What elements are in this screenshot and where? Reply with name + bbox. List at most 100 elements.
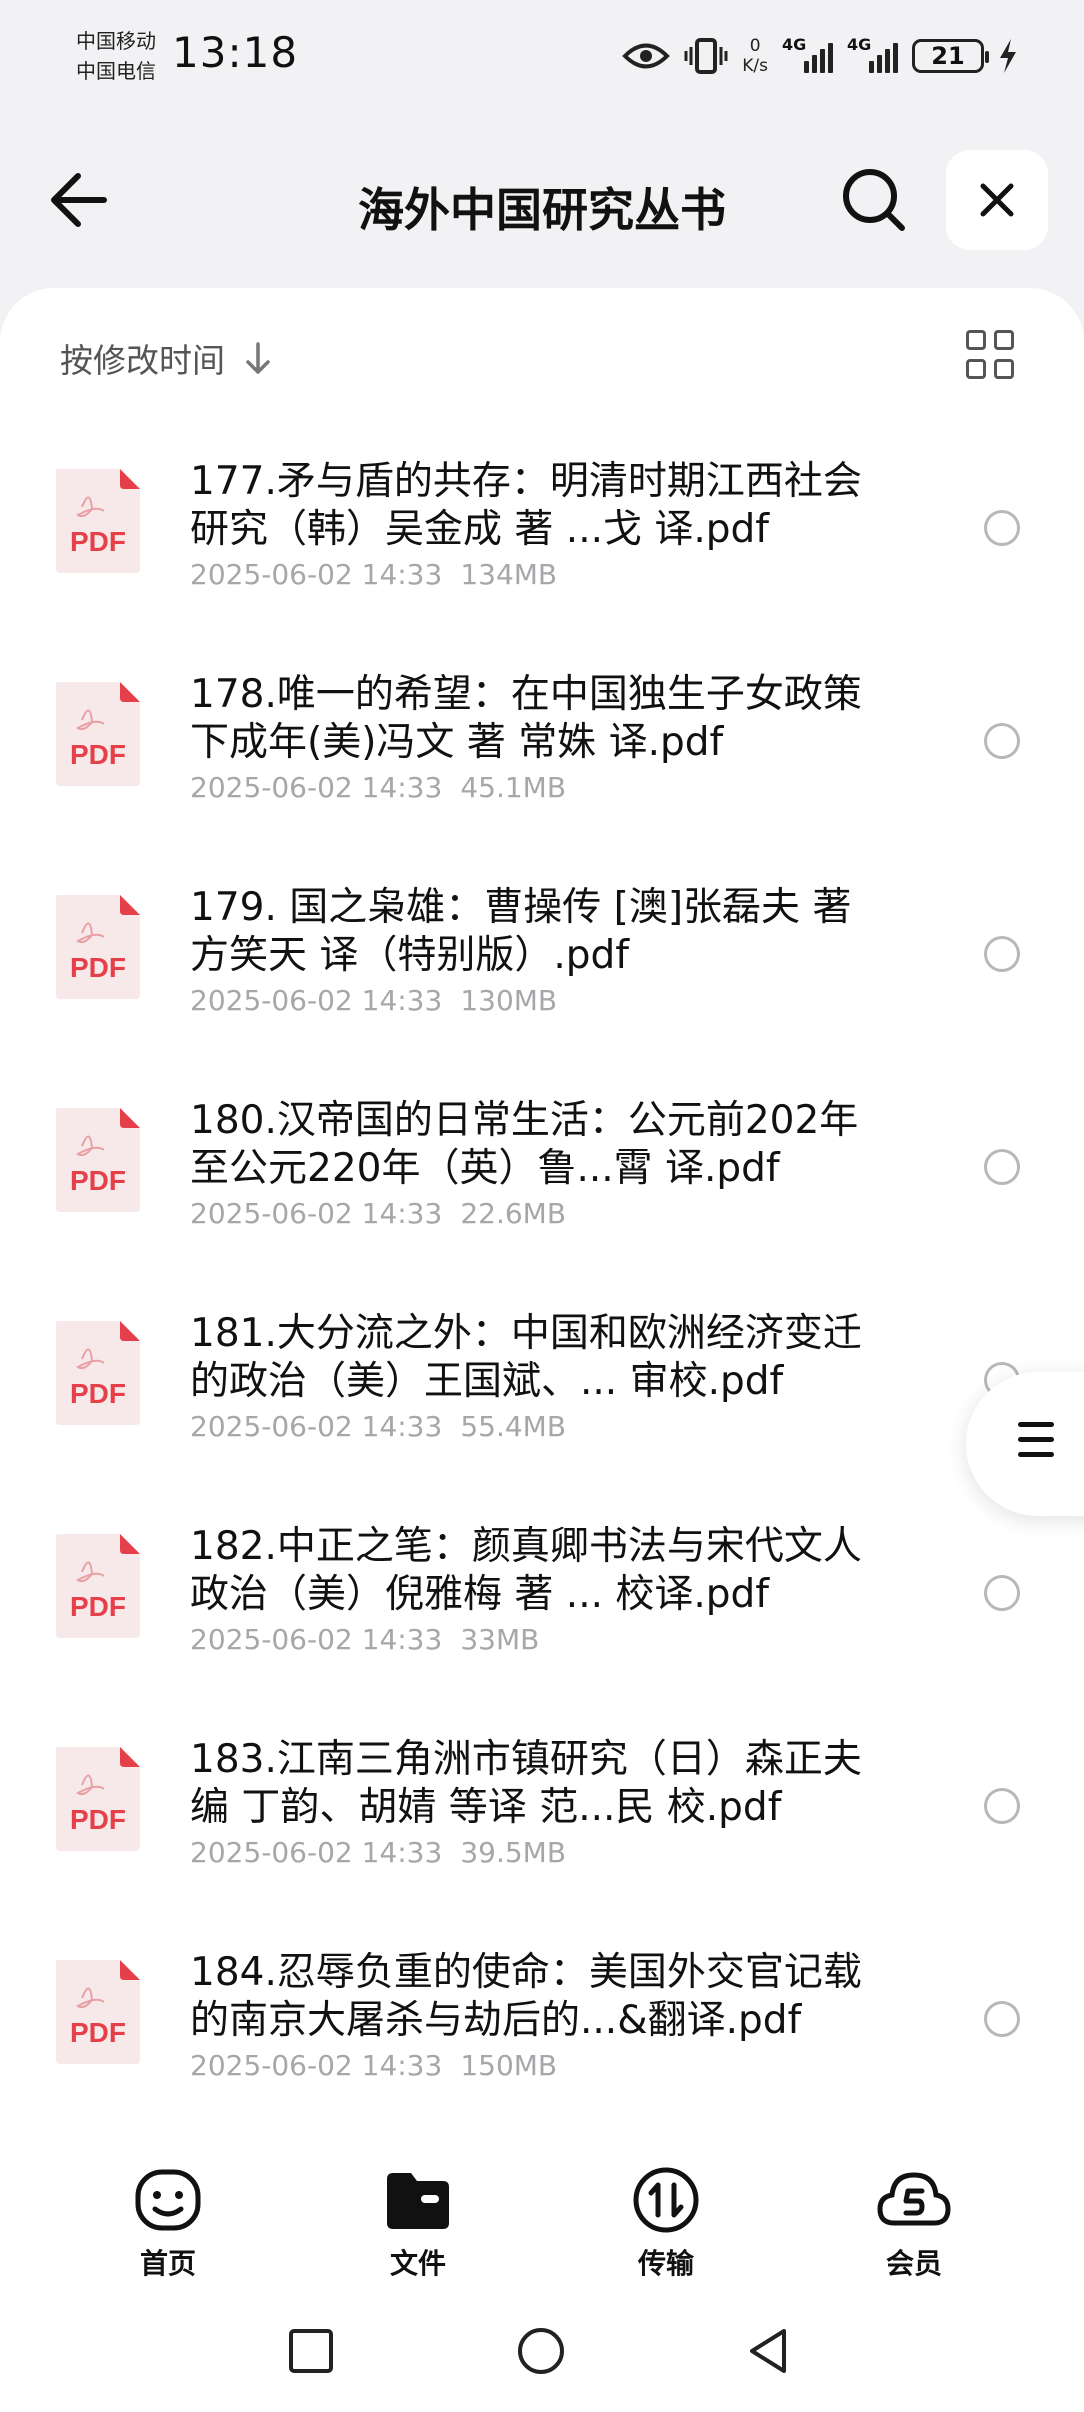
file-meta: 2025-06-02 14:33 130MB [190, 984, 575, 1017]
pdf-badge-text: PDF [70, 1378, 126, 1409]
pdf-file-icon: PDF [56, 1108, 140, 1212]
file-name: 181.大分流之外：中国和欧洲经济变迁的政治（美）王国斌、... 审校.pdf [190, 1311, 862, 1404]
screen: 中国移动 中国电信 13:18 0 K/s 4G 4G 21 海外中国研究丛书 … [0, 0, 1084, 2412]
file-row[interactable]: PDF 179. 国之枭雄：曹操传 [澳]张磊夫 著 方笑天 译（特别版）.pdf… [0, 846, 1084, 1059]
net-speed-value: 0 [749, 36, 761, 56]
signal-icon-1: 4G [782, 35, 833, 73]
file-list: PDF 177.矛与盾的共存：明清时期江西社会研究（韩）吴金成 著 ...戈 译.… [0, 420, 1084, 2124]
cloud-member-icon [877, 2172, 951, 2226]
pdf-badge-text: PDF [70, 1591, 126, 1622]
grid-cell-icon [994, 330, 1014, 350]
nav-member[interactable]: 会员 [854, 2162, 974, 2282]
file-row[interactable]: PDF 181.大分流之外：中国和欧洲经济变迁的政治（美）王国斌、... 审校.p… [0, 1272, 1084, 1485]
file-size: 33MB [460, 1623, 540, 1656]
file-size: 22.6MB [460, 1197, 567, 1230]
carrier-2: 中国电信 [76, 59, 156, 83]
file-row[interactable]: PDF 180.汉帝国的日常生活：公元前202年至公元220年（英）鲁...霄 译… [0, 1059, 1084, 1272]
charging-icon [1000, 39, 1016, 73]
file-name: 180.汉帝国的日常生活：公元前202年至公元220年（英）鲁...霄 译.pd… [190, 1098, 859, 1191]
file-meta: 2025-06-02 14:33 150MB [190, 2049, 575, 2082]
select-radio[interactable] [984, 1149, 1020, 1185]
pdf-file-icon: PDF [56, 469, 140, 573]
file-meta: 2025-06-02 14:33 55.4MB [190, 1410, 584, 1443]
file-row[interactable]: PDF 183.江南三角洲市镇研究（日）森正夫 编 丁韵、胡婧 等译 范...民 … [0, 1698, 1084, 1911]
nav-transfer-label: 传输 [637, 2247, 694, 2280]
close-button[interactable] [946, 150, 1048, 250]
grid-cell-icon [994, 359, 1014, 379]
file-size: 130MB [460, 984, 558, 1017]
file-name: 182.中正之笔：颜真卿书法与宋代文人政治（美）倪雅梅 著 ... 校译.pdf [190, 1524, 862, 1617]
bottom-nav: 首页 文件 传输 会员 [0, 2128, 1084, 2288]
sort-label: 按修改时间 [60, 341, 225, 380]
file-date: 2025-06-02 14:33 [190, 984, 443, 1017]
file-name: 177.矛与盾的共存：明清时期江西社会研究（韩）吴金成 著 ...戈 译.pdf [190, 459, 862, 552]
signal-label-2: 4G [847, 35, 872, 54]
file-name: 183.江南三角洲市镇研究（日）森正夫 编 丁韵、胡婧 等译 范...民 校.p… [190, 1737, 862, 1830]
file-meta: 2025-06-02 14:33 22.6MB [190, 1197, 584, 1230]
file-date: 2025-06-02 14:33 [190, 2049, 443, 2082]
select-radio[interactable] [984, 1788, 1020, 1824]
status-bar: 中国移动 中国电信 13:18 0 K/s 4G 4G 21 [0, 0, 1084, 110]
page-title: 海外中国研究丛书 [358, 183, 726, 237]
status-time: 13:18 [172, 28, 299, 77]
arrow-down-icon [246, 342, 270, 374]
header: 海外中国研究丛书 [0, 140, 1084, 260]
select-radio[interactable] [984, 936, 1020, 972]
search-button[interactable] [838, 164, 910, 236]
back-triangle-icon[interactable] [744, 2326, 794, 2376]
select-radio[interactable] [984, 723, 1020, 759]
file-row[interactable]: PDF 178.唯一的希望：在中国独生子女政策下成年(美)冯文 著 常姝 译.pd… [0, 633, 1084, 846]
nav-transfer[interactable]: 传输 [606, 2162, 726, 2282]
file-row[interactable]: PDF 184.忍辱负重的使命：美国外交官记载的南京大屠杀与劫后的...&翻译.p… [0, 1911, 1084, 2124]
file-size: 45.1MB [460, 771, 567, 804]
file-date: 2025-06-02 14:33 [190, 1623, 443, 1656]
file-meta: 2025-06-02 14:33 45.1MB [190, 771, 584, 804]
net-speed-unit: K/s [742, 56, 768, 76]
folder-icon [387, 2173, 449, 2229]
nav-files[interactable]: 文件 [358, 2162, 478, 2282]
grid-view-button[interactable] [966, 330, 1016, 380]
file-name: 179. 国之枭雄：曹操传 [澳]张磊夫 著 方笑天 译（特别版）.pdf [190, 885, 852, 978]
file-date: 2025-06-02 14:33 [190, 1836, 443, 1869]
file-size: 150MB [460, 2049, 558, 2082]
file-meta: 2025-06-02 14:33 33MB [190, 1623, 557, 1656]
file-size: 55.4MB [460, 1410, 567, 1443]
pdf-file-icon: PDF [56, 1960, 140, 2064]
carrier-1: 中国移动 [76, 29, 156, 53]
file-date: 2025-06-02 14:33 [190, 771, 443, 804]
nav-home[interactable]: 首页 [108, 2162, 228, 2282]
nav-files-label: 文件 [389, 2247, 446, 2280]
transfer-icon [633, 2167, 699, 2233]
grid-cell-icon [966, 359, 986, 379]
file-size: 134MB [460, 558, 558, 591]
battery-icon: 21 [912, 39, 989, 73]
file-name: 184.忍辱负重的使命：美国外交官记载的南京大屠杀与劫后的...&翻译.pdf [190, 1950, 862, 2043]
search-icon [843, 169, 905, 231]
recent-apps-icon[interactable] [286, 2326, 336, 2376]
vibrate-icon [684, 38, 728, 74]
home-circle-icon[interactable] [516, 2326, 566, 2376]
menu-icon [1018, 1422, 1054, 1467]
file-row[interactable]: PDF 177.矛与盾的共存：明清时期江西社会研究（韩）吴金成 著 ...戈 译.… [0, 420, 1084, 633]
pdf-file-icon: PDF [56, 895, 140, 999]
pdf-badge-text: PDF [70, 952, 126, 983]
signal-icon-2: 4G [847, 35, 898, 73]
file-date: 2025-06-02 14:33 [190, 1197, 443, 1230]
smiley-face-icon [135, 2169, 201, 2231]
select-radio[interactable] [984, 510, 1020, 546]
pdf-file-icon: PDF [56, 1747, 140, 1851]
sort-control[interactable]: 按修改时间 [60, 334, 273, 382]
system-nav-bar [0, 2288, 1084, 2412]
pdf-file-icon: PDF [56, 1534, 140, 1638]
select-radio[interactable] [984, 1575, 1020, 1611]
file-row[interactable]: PDF 182.中正之笔：颜真卿书法与宋代文人政治（美）倪雅梅 著 ... 校译.… [0, 1485, 1084, 1698]
pdf-badge-text: PDF [70, 739, 126, 770]
pdf-badge-text: PDF [70, 2017, 126, 2048]
nav-home-label: 首页 [139, 2247, 196, 2280]
select-radio[interactable] [984, 2001, 1020, 2037]
pdf-badge-text: PDF [70, 526, 126, 557]
carrier-info: 中国移动 中国电信 [76, 26, 156, 86]
net-speed: 0 K/s [742, 36, 768, 76]
pdf-file-icon: PDF [56, 1321, 140, 1425]
file-sheet: 按修改时间 PDF 177.矛与盾的共存：明清时期江西社会研究（韩）吴金成 著 .… [0, 288, 1084, 2128]
